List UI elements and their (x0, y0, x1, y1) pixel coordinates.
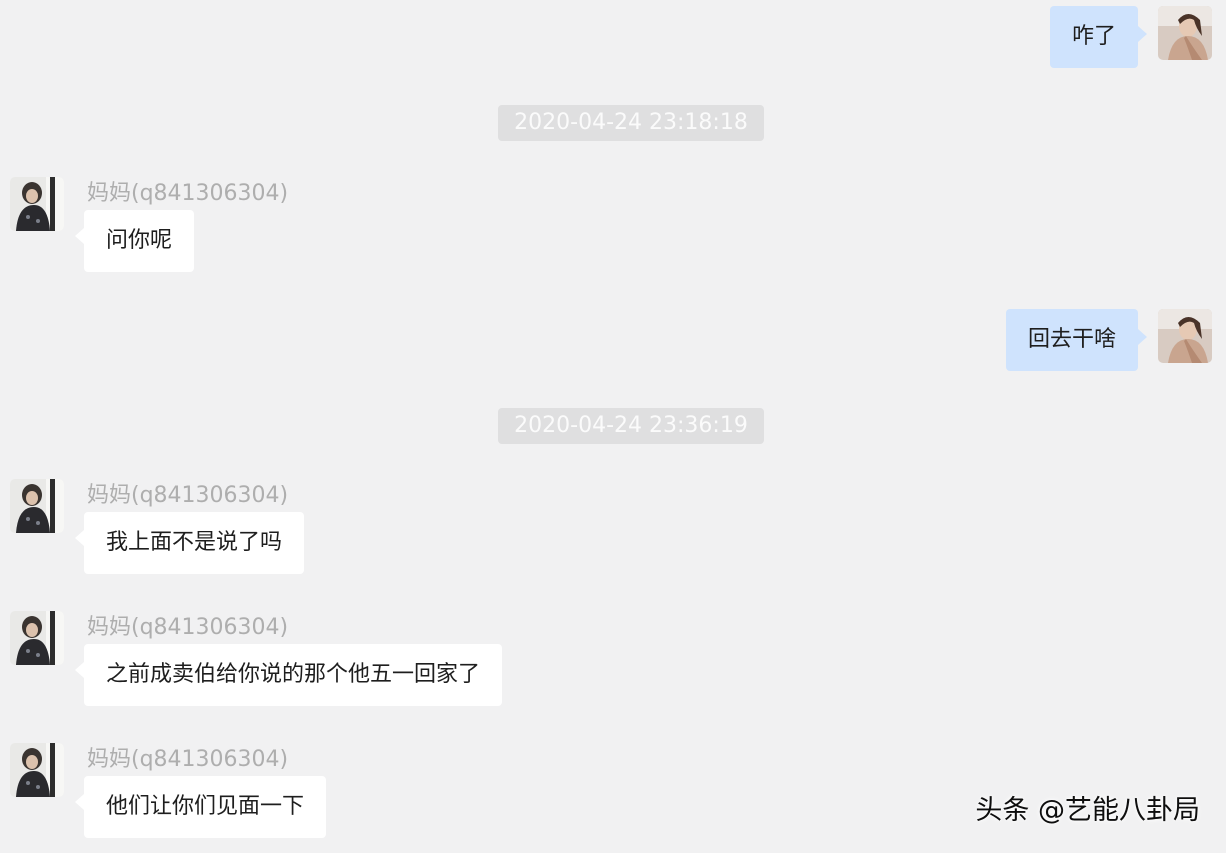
self-avatar-image (1158, 6, 1212, 60)
sender-name: 妈妈(q841306304) (87, 483, 289, 508)
message-bubble[interactable]: 他们让你们见面一下 (74, 776, 327, 838)
contact-avatar[interactable] (10, 177, 64, 231)
contact-avatar-image (10, 743, 64, 797)
timestamp: 2020-04-24 23:36:19 (498, 408, 764, 444)
self-avatar[interactable] (1158, 309, 1212, 363)
self-avatar-image (1158, 309, 1212, 363)
contact-avatar[interactable] (10, 743, 64, 797)
contact-avatar[interactable] (10, 611, 64, 665)
contact-avatar-image (10, 479, 64, 533)
contact-avatar-image (10, 177, 64, 231)
chat-window: 咋了 2020-04-24 23:18:18 妈妈(q841306304) 问你… (0, 0, 1226, 853)
contact-avatar[interactable] (10, 479, 64, 533)
message-bubble[interactable]: 回去干啥 (1005, 309, 1148, 371)
message-bubble[interactable]: 之前成卖伯给你说的那个他五一回家了 (74, 644, 503, 706)
message-bubble[interactable]: 问你呢 (74, 210, 195, 272)
sender-name: 妈妈(q841306304) (87, 747, 289, 772)
timestamp: 2020-04-24 23:18:18 (498, 105, 764, 141)
message-bubble[interactable]: 我上面不是说了吗 (74, 512, 305, 574)
sender-name: 妈妈(q841306304) (87, 181, 289, 206)
sender-name: 妈妈(q841306304) (87, 615, 289, 640)
self-avatar[interactable] (1158, 6, 1212, 60)
watermark: 头条 @艺能八卦局 (975, 795, 1200, 826)
contact-avatar-image (10, 611, 64, 665)
message-bubble[interactable]: 咋了 (1049, 6, 1148, 68)
